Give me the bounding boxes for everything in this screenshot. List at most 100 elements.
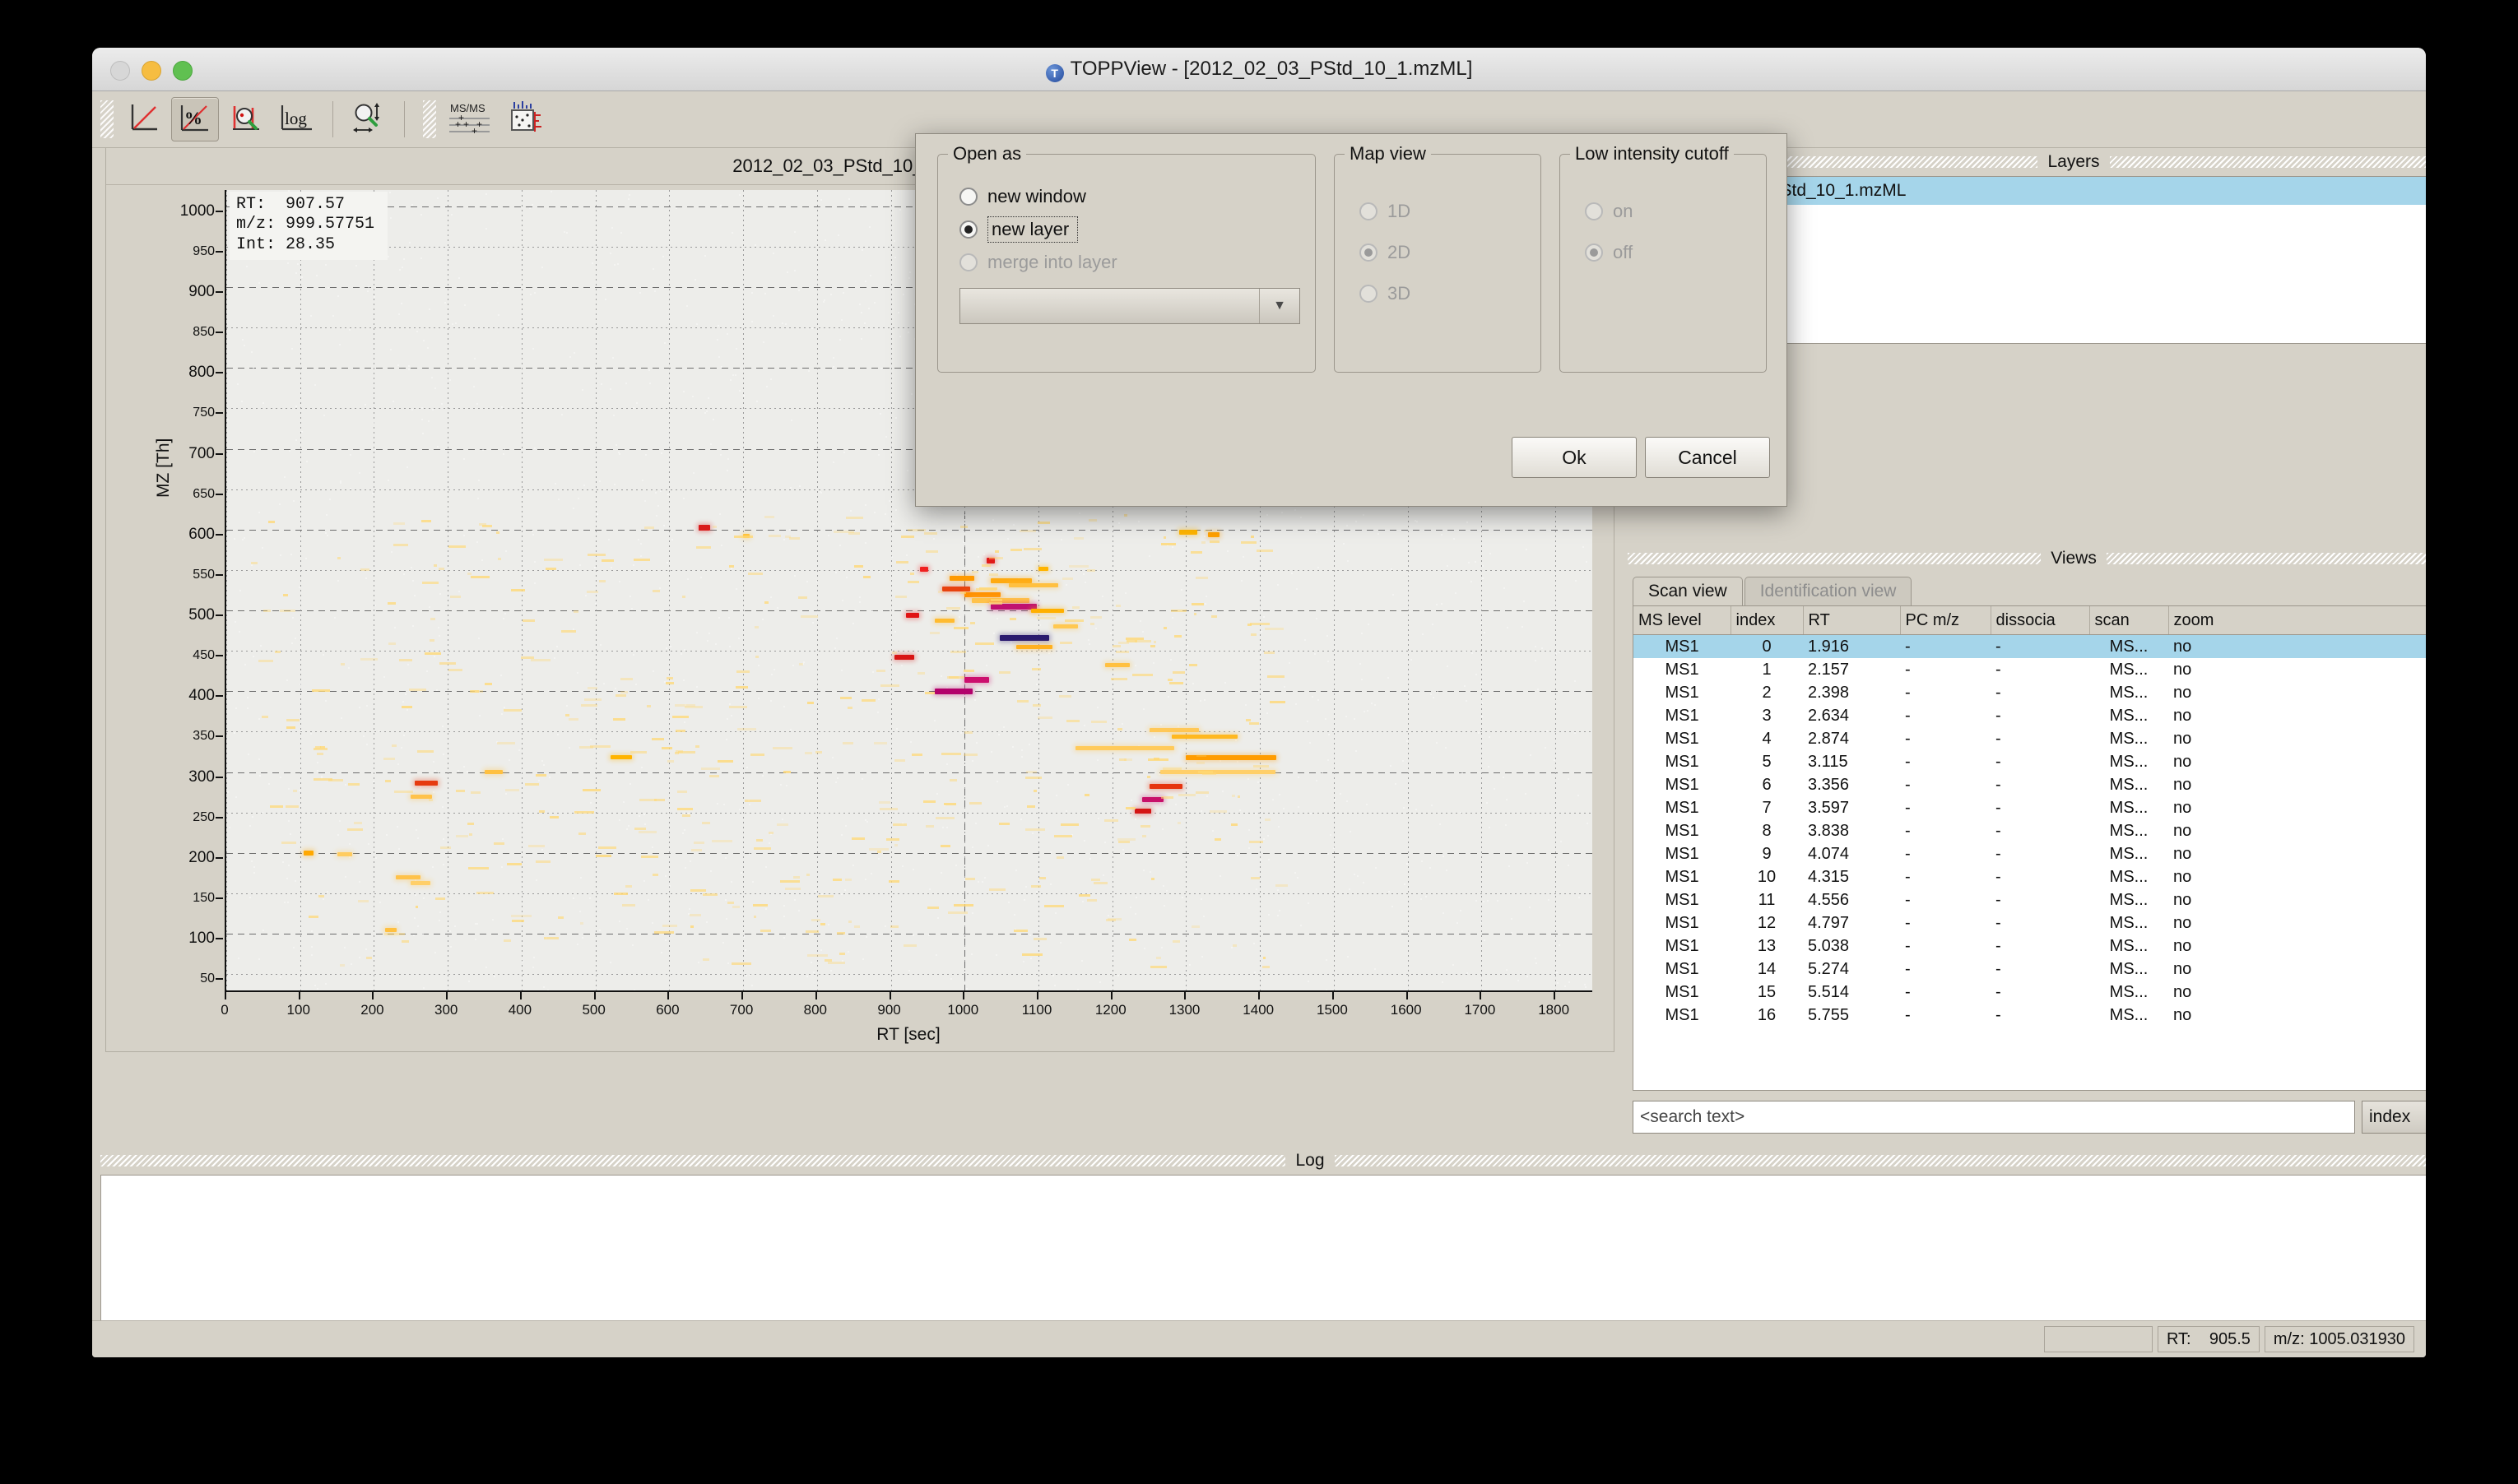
table-cell: - xyxy=(1991,865,2089,888)
table-cell: 8 xyxy=(1731,819,1803,842)
table-row[interactable]: MS1 11 4.556 - - MS... no xyxy=(1633,888,2426,911)
percentage-intensity-button[interactable]: % xyxy=(171,97,219,141)
radio-new-window[interactable]: new window xyxy=(959,183,1300,211)
scan-view-table-wrap[interactable]: MS level index RT PC m/z dissocia scan zoom MS… xyxy=(1633,605,2426,1091)
table-cell: MS... xyxy=(2089,750,2168,773)
svg-text:log: log xyxy=(285,109,307,128)
table-cell: - xyxy=(1991,888,2089,911)
table-row[interactable]: MS1 6 3.356 - - MS... no xyxy=(1633,773,2426,796)
x-axis-tick-mark xyxy=(1037,992,1038,999)
table-row[interactable]: MS1 16 5.755 - - MS... no xyxy=(1633,1004,2426,1027)
log-text-area[interactable] xyxy=(100,1175,2426,1321)
svg-text:MS/MS: MS/MS xyxy=(450,102,485,114)
y-axis-tick-mark xyxy=(216,332,223,333)
table-cell: MS... xyxy=(2089,958,2168,981)
msms-button[interactable]: MS/MS + + + + + xyxy=(443,97,499,141)
table-row[interactable]: MS1 8 3.838 - - MS... no xyxy=(1633,819,2426,842)
cancel-button[interactable]: Cancel xyxy=(1645,437,1770,478)
table-column-header[interactable]: PC m/z xyxy=(1900,606,1991,635)
table-row[interactable]: MS1 5 3.115 - - MS... no xyxy=(1633,750,2426,773)
map-view-group: Map view 1D 2D 3D xyxy=(1334,154,1541,373)
table-column-header[interactable]: RT xyxy=(1803,606,1900,635)
table-cell: MS... xyxy=(2089,658,2168,681)
table-cell: 14 xyxy=(1731,958,1803,981)
radio-merge-into-layer: merge into layer xyxy=(959,248,1300,276)
y-axis-tick-label: 500 xyxy=(188,606,215,624)
y-axis-tick-label: 850 xyxy=(193,325,215,340)
tab-scan-view[interactable]: Scan view xyxy=(1633,577,1743,605)
log-intensity-button[interactable]: log xyxy=(273,97,321,141)
table-cell: - xyxy=(1991,727,2089,750)
merge-layer-combobox[interactable]: ▼ xyxy=(959,288,1300,324)
table-row[interactable]: MS1 2 2.398 - - MS... no xyxy=(1633,681,2426,704)
table-row[interactable]: MS1 10 4.315 - - MS... no xyxy=(1633,865,2426,888)
snap-to-maximum-button[interactable] xyxy=(222,97,270,141)
x-axis-tick-label: 700 xyxy=(730,1002,753,1018)
table-cell: no xyxy=(2168,981,2426,1004)
y-axis-tick-label: 900 xyxy=(188,283,215,301)
table-column-header[interactable]: MS level xyxy=(1633,606,1731,635)
zoom-axes-button[interactable] xyxy=(345,97,393,141)
table-row[interactable]: MS1 0 1.916- - MS... no xyxy=(1633,635,2426,659)
table-cell: - xyxy=(1900,958,1991,981)
scan-view-table: MS level index RT PC m/z dissocia scan zoom MS… xyxy=(1633,606,2426,1027)
table-cell: - xyxy=(1900,934,1991,958)
table-body[interactable]: MS1 0 1.916- - MS... no MS1 1 2.157- - MS... no MS1 2… xyxy=(1633,635,2426,1027)
y-axis-tick-label: 550 xyxy=(193,568,215,582)
table-cell: - xyxy=(1991,934,2089,958)
table-cell: 2.157 xyxy=(1803,658,1900,681)
table-header-row[interactable]: MS level index RT PC m/z dissocia scan zoom xyxy=(1633,606,2426,635)
table-row[interactable]: MS1 9 4.074 - - MS... no xyxy=(1633,842,2426,865)
table-column-header[interactable]: dissocia xyxy=(1991,606,2089,635)
search-field-select[interactable]: index ▾ xyxy=(2362,1101,2426,1134)
table-cell: MS1 xyxy=(1633,773,1731,796)
table-cell: MS1 xyxy=(1633,911,1731,934)
table-cell: 2 xyxy=(1731,681,1803,704)
table-cell: - xyxy=(1900,888,1991,911)
table-cell: MS... xyxy=(2089,727,2168,750)
table-row[interactable]: MS1 12 4.797 - - MS... no xyxy=(1633,911,2426,934)
svg-text:+: + xyxy=(463,118,469,130)
radio-new-layer[interactable]: new layer xyxy=(959,216,1300,243)
table-cell: MS... xyxy=(2089,888,2168,911)
layers-dock-title: Layers xyxy=(2037,152,2109,172)
toolbar-drag-handle[interactable] xyxy=(100,100,114,138)
2d-view-button[interactable] xyxy=(502,97,550,141)
table-cell: MS... xyxy=(2089,819,2168,842)
linear-intensity-button[interactable] xyxy=(120,97,168,141)
x-axis-tick-label: 900 xyxy=(877,1002,900,1018)
table-cell: 12 xyxy=(1731,911,1803,934)
low-intensity-cutoff-legend: Low intensity cutoff xyxy=(1570,143,1734,165)
radio-label: 1D xyxy=(1387,201,1410,222)
x-axis-tick-mark xyxy=(372,992,374,999)
radio-indicator xyxy=(1359,285,1377,303)
table-row[interactable]: MS1 13 5.038 - - MS... no xyxy=(1633,934,2426,958)
table-row[interactable]: MS1 1 2.157 - - MS... no xyxy=(1633,658,2426,681)
y-axis-tick-label: 200 xyxy=(188,849,215,867)
table-row[interactable]: MS1 15 5.514 - - MS... no xyxy=(1633,981,2426,1004)
table-cell: - xyxy=(1991,658,2089,681)
table-column-header[interactable]: index xyxy=(1731,606,1803,635)
radio-2d: 2D xyxy=(1359,239,1410,267)
x-axis-tick-label: 500 xyxy=(582,1002,605,1018)
table-cell: MS1 xyxy=(1633,750,1731,773)
table-cell: 5.514 xyxy=(1803,981,1900,1004)
table-cell: MS... xyxy=(2089,773,2168,796)
table-row[interactable]: MS1 3 2.634 - - MS... no xyxy=(1633,704,2426,727)
radio-label: 3D xyxy=(1387,283,1410,304)
status-bar: RT: 905.5 m/z: 1005.031930 xyxy=(92,1320,2426,1357)
toolbar-drag-handle-2[interactable] xyxy=(423,100,436,138)
table-column-header[interactable]: scan xyxy=(2089,606,2168,635)
y-axis-tick-mark xyxy=(216,978,223,980)
table-cell: MS... xyxy=(2089,934,2168,958)
table-row[interactable]: MS1 14 5.274 - - MS... no xyxy=(1633,958,2426,981)
table-column-header[interactable]: zoom xyxy=(2168,606,2426,635)
ok-button[interactable]: Ok xyxy=(1512,437,1637,478)
table-cell: 7 xyxy=(1731,796,1803,819)
table-cell: MS... xyxy=(2089,796,2168,819)
search-input[interactable]: <search text> xyxy=(1633,1101,2355,1134)
table-row[interactable]: MS1 7 3.597 - - MS... no xyxy=(1633,796,2426,819)
table-row[interactable]: MS1 4 2.874 - - MS... no xyxy=(1633,727,2426,750)
x-axis-tick-label: 1800 xyxy=(1538,1002,1569,1018)
x-axis-tick-label: 1600 xyxy=(1391,1002,1422,1018)
